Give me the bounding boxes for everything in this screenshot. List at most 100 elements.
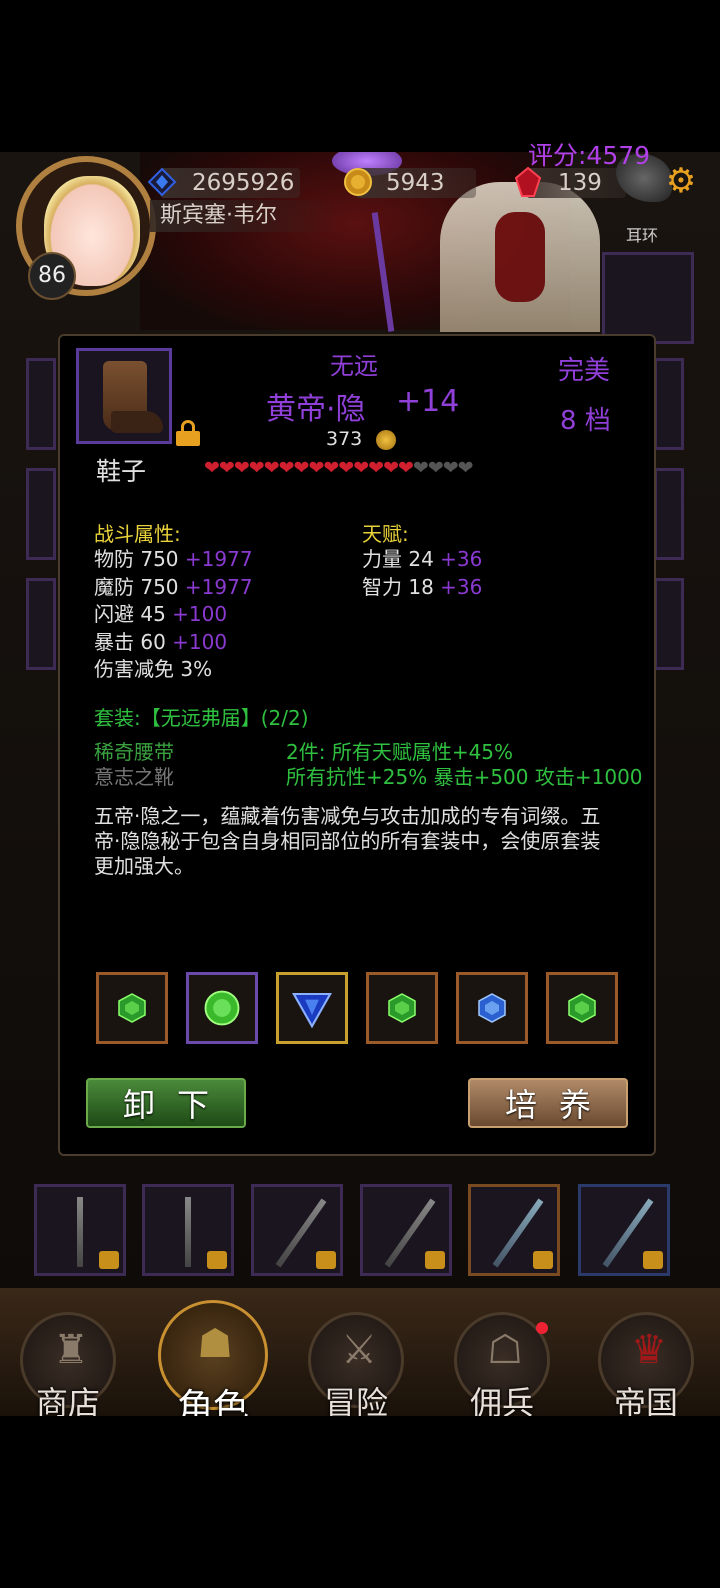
gem-slot[interactable] [96,972,168,1044]
stat-label: 闪避 45 [94,602,166,626]
stat-bonus: +36 [433,574,483,599]
cultivate-button[interactable]: 培养 [468,1078,628,1128]
nav-shop-label: 商店 [35,1384,100,1416]
heart-filled-icon: ❤ [323,457,339,479]
unequip-button[interactable]: 卸下 [86,1078,246,1128]
heart-filled-icon: ❤ [233,457,250,479]
equipment-slot-earring[interactable] [602,252,694,344]
stat-label: 物防 750 [94,547,179,571]
stat-bonus: +100 [165,602,228,626]
emerald-gem-icon [118,993,146,1023]
settings-gear-icon[interactable]: ⚙ [664,164,698,198]
nav-character-label: 角色 [176,1387,249,1416]
gem-slot[interactable] [456,972,528,1044]
set-title: 套装:【无远弗届】(2/2) [94,706,309,730]
heart-empty-icon: ❤ [412,457,429,479]
inventory-slot[interactable] [34,1184,126,1276]
heart-filled-icon: ❤ [383,457,399,479]
stat-row: 智力 18 +36 [362,574,482,602]
equipment-slot-left[interactable] [26,468,56,560]
stat-label: 伤害减免 3% [94,657,213,681]
earring-label: 耳环 [626,226,659,245]
heart-empty-icon: ❤ [427,457,444,479]
combat-stats-title: 战斗属性: [94,522,181,546]
stat-bonus: +1977 [178,547,253,571]
sword-icon [185,1197,191,1267]
gem-slot[interactable] [186,972,258,1044]
equipment-slot-right[interactable] [654,358,684,450]
equipment-slot-left[interactable] [26,358,56,450]
notification-badge [536,1322,548,1334]
nav-adventure-label: 冒险 [323,1384,388,1416]
set-item-2: 意志之靴 [94,765,174,789]
player-level: 86 [28,252,76,300]
gem-slot[interactable] [366,972,438,1044]
talent-stats-list: 力量 24 +36 智力 18 +36 [362,546,482,601]
stat-row: 力量 24 +36 [362,546,482,574]
hero-robe [440,182,600,332]
heart-empty-icon: ❤ [457,457,474,479]
heart-filled-icon: ❤ [248,457,265,479]
item-name: 黄帝·隐 [266,392,366,427]
inventory-slot[interactable] [142,1184,234,1276]
gem-slot[interactable] [276,972,348,1044]
lock-icon [99,1251,119,1269]
heart-empty-icon: ❤ [442,457,459,479]
gold-value: 5943 [386,170,445,196]
heart-filled-icon: ❤ [308,457,324,479]
lock-icon [316,1251,336,1269]
gold-coin-icon [376,429,397,450]
equipment-slot-left[interactable] [26,578,56,670]
crossed-swords-icon: ⚔ [341,1327,377,1373]
heart-filled-icon: ❤ [204,457,220,479]
stat-label: 魔防 750 [94,574,179,599]
heart-filled-icon: ❤ [397,457,414,479]
nav-empire-label: 帝国 [613,1384,678,1416]
crown-icon: ♛ [631,1327,667,1373]
stat-label: 智力 18 [362,574,434,599]
power-icon [147,167,177,197]
inventory-slot[interactable] [360,1184,452,1276]
inventory-slot[interactable] [251,1184,343,1276]
stat-row: 闪避 45 +100 [94,601,253,629]
stat-row: 暴击 60 +100 [94,629,253,657]
score-display: 评分:4579 [528,141,651,170]
stat-label: 力量 24 [362,547,434,571]
hood-icon: ☗ [197,1321,233,1367]
heart-filled-icon: ❤ [353,457,369,479]
stat-bonus: +36 [433,547,483,571]
item-price-value: 373 [326,428,363,450]
stat-label: 暴击 60 [94,629,166,654]
lock-icon [643,1251,663,1269]
item-rarity-label: 无远 [330,352,378,380]
heart-filled-icon: ❤ [278,457,295,479]
emerald-gem-icon [388,993,416,1023]
lock-icon [533,1251,553,1269]
stat-row: 物防 750 +1977 [94,546,253,574]
item-detail-modal: 无远 黄帝·隐 +14 完美 8 档 373 鞋子 ❤❤❤❤❤❤❤❤❤❤❤❤❤❤… [58,334,656,1156]
lock-icon[interactable] [176,420,200,446]
item-quality: 完美 [558,356,611,386]
heart-filled-icon: ❤ [338,457,354,479]
heart-filled-icon: ❤ [368,457,384,479]
sapphire-gem-icon [292,992,332,1029]
gem-display: 139 [514,166,626,198]
gem-slot[interactable] [546,972,618,1044]
sapphire-gem-icon [478,993,506,1023]
lock-icon [425,1251,445,1269]
emerald-gem-icon [568,993,596,1023]
staff [371,212,395,332]
inventory-slot[interactable] [468,1184,560,1276]
castle-icon: ♜ [53,1327,89,1373]
equipment-slot-right[interactable] [654,468,684,560]
equipment-slot-right[interactable] [654,578,684,670]
item-icon-slot [76,348,172,444]
player-name: 斯宾塞·韦尔 [150,200,340,232]
combat-stats-list: 物防 750 +1977 魔防 750 +1977 闪避 45 +100 暴击 60 … [94,546,253,684]
stat-row: 魔防 750 +1977 [94,574,253,602]
heart-filled-icon: ❤ [218,457,235,479]
mercenary-card-icon: ☖ [487,1327,523,1373]
inventory-slot[interactable] [578,1184,670,1276]
power-value: 2695926 [192,170,295,196]
lock-icon [207,1251,227,1269]
